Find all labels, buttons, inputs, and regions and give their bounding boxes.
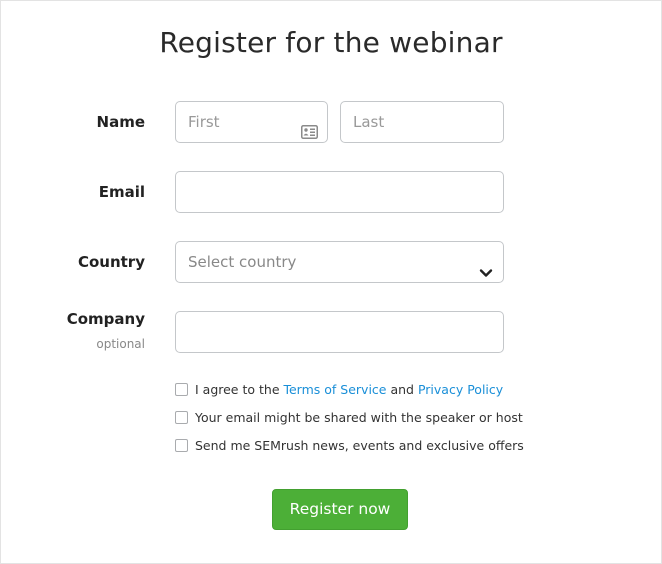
last-name-input[interactable]: Last: [340, 101, 504, 143]
terms-text-prefix: I agree to the: [195, 382, 284, 397]
country-select[interactable]: Select country: [175, 241, 504, 283]
terms-checkbox-row: I agree to the Terms of Service and Priv…: [175, 382, 503, 398]
terms-of-service-link[interactable]: Terms of Service: [283, 382, 386, 397]
terms-text-middle: and: [386, 382, 418, 397]
page-title: Register for the webinar: [159, 26, 503, 59]
country-label: Country: [77, 253, 145, 271]
first-name-input[interactable]: First: [175, 101, 328, 143]
share-email-checkbox[interactable]: [175, 411, 188, 424]
chevron-down-icon: [479, 255, 493, 295]
first-name-placeholder: First: [188, 113, 220, 131]
terms-checkbox[interactable]: [175, 383, 188, 396]
register-now-button[interactable]: Register now: [272, 489, 408, 530]
newsletter-text: Send me SEMrush news, events and exclusi…: [195, 438, 524, 453]
company-optional-label: optional: [96, 337, 145, 351]
contact-card-icon: [301, 114, 318, 154]
country-placeholder: Select country: [188, 253, 297, 271]
share-email-text: Your email might be shared with the spea…: [195, 410, 523, 425]
share-email-checkbox-row: Your email might be shared with the spea…: [175, 410, 523, 426]
email-label: Email: [98, 183, 145, 201]
company-input[interactable]: [175, 311, 504, 353]
company-label: Company: [66, 310, 145, 328]
newsletter-checkbox-row: Send me SEMrush news, events and exclusi…: [175, 438, 524, 454]
privacy-policy-link[interactable]: Privacy Policy: [418, 382, 503, 397]
name-label: Name: [96, 113, 145, 131]
last-name-placeholder: Last: [353, 113, 385, 131]
email-input[interactable]: [175, 171, 504, 213]
newsletter-checkbox[interactable]: [175, 439, 188, 452]
